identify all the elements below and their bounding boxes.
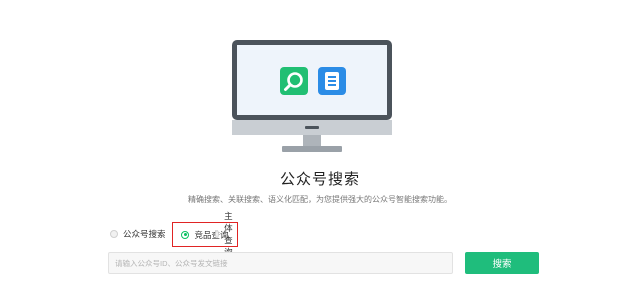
search-button[interactable]: 搜索 (465, 252, 539, 274)
monitor-screen (237, 45, 387, 115)
page-title: 公众号搜索 (279, 171, 360, 188)
monitor-base (282, 146, 342, 152)
monitor-logo (305, 126, 319, 129)
radio-official-account-search[interactable]: 公众号搜索 (110, 223, 166, 245)
search-icon (280, 67, 308, 95)
radio-dot[interactable] (110, 230, 118, 238)
document-icon (318, 67, 346, 95)
search-mode-group: 公众号搜索 竞品查询 主体查询 (105, 211, 238, 257)
radio-label: 公众号搜索 (123, 229, 166, 239)
page-subtitle: 精确搜索、关联搜索、语义化匹配，为您提供强大的公众号智能搜索功能。 (188, 195, 452, 204)
search-bar: 搜索 (108, 252, 539, 274)
radio-entity-query[interactable]: 主体查询 (215, 211, 237, 257)
radio-dot-selected[interactable] (181, 230, 190, 239)
search-input[interactable] (108, 252, 453, 274)
monitor-neck (303, 135, 321, 146)
monitor-illustration (232, 40, 392, 152)
radio-label: 主体查询 (224, 211, 233, 257)
radio-dot[interactable] (215, 230, 220, 238)
